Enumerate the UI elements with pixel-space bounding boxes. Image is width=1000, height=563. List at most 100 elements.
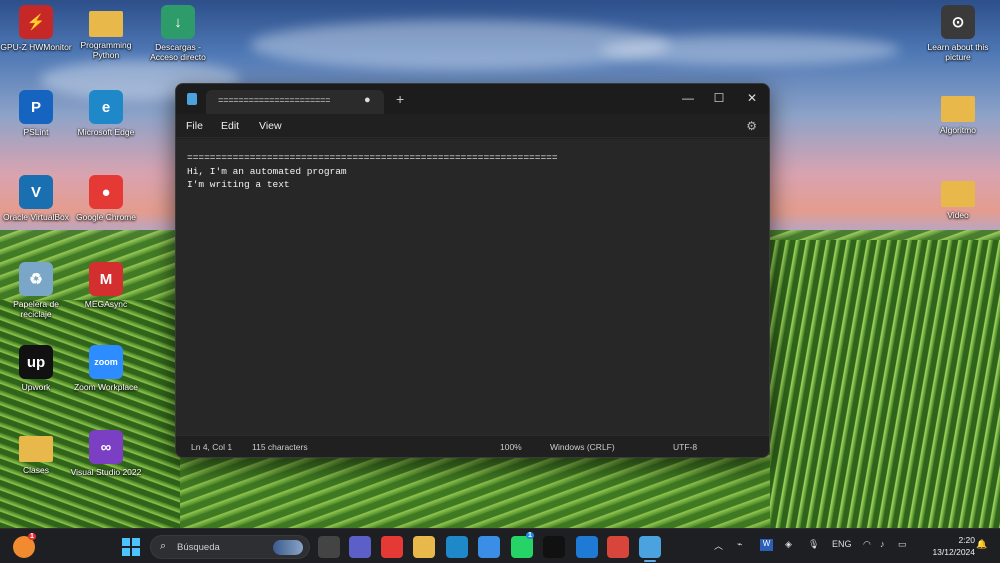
desktop-icon-label: Learn about this picture — [927, 42, 989, 62]
desktop-icon[interactable]: e Microsoft Edge — [70, 90, 142, 137]
encoding[interactable]: UTF-8 — [673, 442, 697, 452]
editor-line: Hi, I'm an automated program — [187, 165, 347, 177]
file-explorer-icon[interactable] — [413, 536, 435, 558]
edge-icon[interactable] — [446, 536, 468, 558]
tab-document[interactable]: ====================== ● — [206, 90, 384, 114]
desktop-icon-label: Descargas - Acceso directo — [150, 42, 206, 62]
chrome-icon[interactable] — [381, 536, 403, 558]
notepad-window[interactable]: ====================== ● + — ☐ ✕ File Ed… — [175, 83, 770, 458]
desktop-icon-label: Programming Python — [80, 40, 132, 60]
clock[interactable]: 2:20 13/12/2024 — [915, 534, 975, 558]
weather-widget-icon[interactable]: 1 — [13, 533, 36, 558]
shield-icon[interactable]: ◈ — [785, 539, 792, 550]
taskbar-search[interactable]: ⌕ Búsqueda — [150, 535, 310, 559]
search-placeholder: Búsqueda — [177, 542, 220, 553]
desktop-icon[interactable]: P PSLint — [0, 90, 72, 137]
editor-line: I'm writing a text — [187, 179, 290, 190]
gpu-monitor-icon: ⚡ — [19, 5, 53, 39]
mega-icon: M — [89, 262, 123, 296]
folder-icon — [941, 96, 975, 122]
vscode-icon[interactable] — [576, 536, 598, 558]
desktop-icon-label: Google Chrome — [75, 212, 136, 222]
desktop-icon-label: Clases — [23, 465, 49, 475]
desktop-icon-label: Video — [947, 210, 969, 220]
desktop-icon-label: GPU-Z HWMonitor — [0, 42, 72, 52]
snipping-tool-icon[interactable] — [607, 536, 629, 558]
desktop-icon[interactable]: ● Google Chrome — [70, 175, 142, 222]
battery-icon[interactable]: ▭ — [898, 539, 907, 550]
desktop-icon[interactable]: Clases — [0, 430, 72, 475]
desktop-icon[interactable]: ♻ Papelera de reciclaje — [0, 262, 72, 319]
clock-time: 2:20 — [958, 535, 975, 545]
desktop-icon[interactable]: M MEGAsync — [70, 262, 142, 309]
menu-edit[interactable]: Edit — [221, 120, 239, 132]
search-highlight-icon — [273, 540, 303, 555]
title-bar[interactable]: ====================== ● + — ☐ ✕ — [176, 84, 769, 114]
network-offline-icon[interactable]: ⌁ — [737, 539, 742, 550]
desktop-icon-label: MEGAsync — [84, 299, 128, 309]
active-app-indicator — [644, 560, 656, 562]
weather-badge: 1 — [28, 533, 36, 540]
minimize-button[interactable]: — — [673, 87, 703, 109]
microphone-icon[interactable]: 🎙 — [808, 539, 819, 550]
task-view-icon[interactable] — [318, 536, 340, 558]
menu-file[interactable]: File — [186, 120, 203, 132]
language-indicator[interactable]: ENG — [832, 539, 852, 549]
wifi-icon[interactable]: ◠ — [863, 539, 871, 550]
show-hidden-icons-chevron-icon[interactable]: ︿ — [714, 539, 723, 552]
notifications-bell-icon[interactable]: 🔔 — [976, 539, 987, 550]
menu-view[interactable]: View — [259, 120, 282, 132]
editor-line: ========================================… — [187, 152, 558, 163]
store-icon[interactable] — [478, 536, 500, 558]
desktop-icon[interactable]: ⚡ GPU-Z HWMonitor — [0, 5, 72, 52]
desktop-icon[interactable]: V Oracle VirtualBox — [0, 175, 72, 222]
desktop-icon-label: Algoritmo — [940, 125, 976, 135]
whatsapp-badge: 1 — [526, 532, 534, 539]
text-editor[interactable]: ========================================… — [176, 139, 769, 435]
cursor-position: Ln 4, Col 1 — [191, 442, 233, 452]
desktop-icon[interactable]: Programming Python — [70, 5, 142, 60]
desktop-icon[interactable]: Algoritmo — [922, 90, 994, 135]
volume-icon[interactable]: ♪ — [880, 539, 885, 549]
word-icon[interactable]: W — [760, 539, 773, 551]
desktop-icon[interactable]: ⊙ Learn about this picture — [922, 5, 994, 62]
desktop-icon-label: Upwork — [21, 382, 51, 392]
line-ending[interactable]: Windows (CRLF) — [550, 442, 615, 452]
tab-title: ====================== — [218, 96, 331, 106]
desktop-icon-label: Visual Studio 2022 — [70, 467, 142, 477]
folder-icon — [89, 11, 123, 37]
desktop-icon[interactable]: ∞ Visual Studio 2022 — [70, 430, 142, 477]
notepad-app-icon — [187, 93, 197, 105]
learn-picture-icon: ⊙ — [941, 5, 975, 39]
taskbar: 1 ⌕ Búsqueda 1 ︿ ⌁ W ◈ 🎙 ENG ◠ ♪ ▭ 2:20 … — [0, 528, 1000, 563]
desktop-icon[interactable]: up Upwork — [0, 345, 72, 392]
status-bar: Ln 4, Col 1 115 characters 100% Windows … — [176, 435, 769, 457]
desktop-icon[interactable]: ↓ Descargas - Acceso directo — [142, 5, 214, 62]
desktop-icon-label: Oracle VirtualBox — [3, 212, 69, 222]
notepad-icon[interactable] — [639, 536, 661, 562]
desktop-icon-label: Microsoft Edge — [77, 127, 135, 137]
desktop-icon-label: Zoom Workplace — [73, 382, 139, 392]
folder-icon — [941, 181, 975, 207]
close-button[interactable]: ✕ — [737, 87, 767, 109]
whatsapp-icon[interactable]: 1 — [511, 532, 534, 558]
chrome-icon: ● — [89, 175, 123, 209]
zoom-icon: zoom — [89, 345, 123, 379]
zoom-level[interactable]: 100% — [500, 442, 522, 452]
new-tab-button[interactable]: + — [396, 91, 404, 107]
menu-bar: File Edit View ⚙ — [176, 114, 769, 138]
start-button[interactable] — [120, 536, 142, 558]
windows-logo-icon — [122, 538, 140, 556]
visual-studio-icon: ∞ — [89, 430, 123, 464]
teams-icon[interactable] — [349, 536, 371, 558]
upwork-icon[interactable] — [543, 536, 565, 558]
pslint-icon: P — [19, 90, 53, 124]
maximize-button[interactable]: ☐ — [704, 87, 734, 109]
desktop-icon[interactable]: Video — [922, 175, 994, 220]
settings-gear-icon[interactable]: ⚙ — [746, 119, 757, 133]
download-folder-icon: ↓ — [161, 5, 195, 39]
folder-icon — [19, 436, 53, 462]
desktop-icon[interactable]: zoom Zoom Workplace — [70, 345, 142, 392]
virtualbox-icon: V — [19, 175, 53, 209]
clock-date: 13/12/2024 — [932, 547, 975, 557]
